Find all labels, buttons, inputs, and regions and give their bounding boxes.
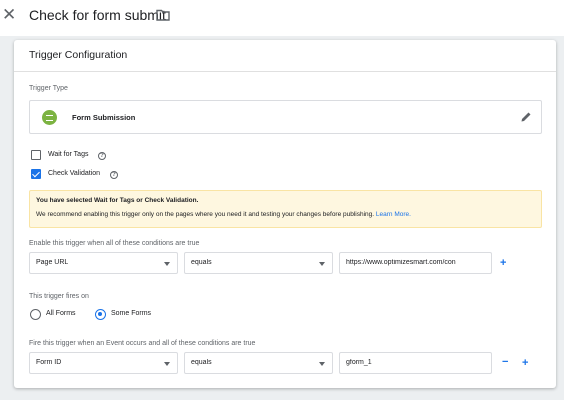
remove-fire-condition-button[interactable]: − — [502, 357, 508, 368]
help-icon[interactable]: ? — [110, 171, 118, 179]
fires-on-label: This trigger fires on — [29, 293, 89, 300]
fire-variable-select[interactable]: Form ID — [29, 352, 178, 374]
chevron-down-icon — [164, 362, 170, 366]
fire-conditions-label: Fire this trigger when an Event occurs a… — [29, 340, 256, 347]
enable-conditions-label: Enable this trigger when all of these co… — [29, 240, 200, 247]
enable-value-input[interactable]: https://www.optimizesmart.com/con — [339, 252, 492, 274]
trigger-type-value: Form Submission — [72, 113, 136, 122]
fire-operator-select[interactable]: equals — [184, 352, 333, 374]
learn-more-link[interactable]: Learn More. — [376, 211, 411, 218]
fire-variable-value: Form ID — [36, 359, 62, 366]
chevron-down-icon — [319, 262, 325, 266]
fire-value-input[interactable]: gform_1 — [339, 352, 492, 374]
all-forms-radio-circle[interactable] — [30, 309, 41, 320]
enable-value-text: https://www.optimizesmart.com/con — [346, 259, 456, 266]
some-forms-label: Some Forms — [111, 310, 152, 317]
wait-for-tags-label: Wait for Tags — [48, 151, 89, 158]
close-icon[interactable]: ✕ — [2, 5, 16, 25]
fire-value-text: gform_1 — [346, 359, 372, 366]
trigger-configuration-card: Trigger Configuration Trigger Type Form … — [14, 40, 556, 388]
trigger-type-selector[interactable]: Form Submission — [29, 100, 542, 134]
trigger-type-label: Trigger Type — [29, 85, 68, 92]
chevron-down-icon — [164, 262, 170, 266]
validation-warning: You have selected Wait for Tags or Check… — [29, 190, 542, 228]
check-validation-label: Check Validation — [48, 170, 101, 177]
enable-variable-value: Page URL — [36, 259, 69, 266]
pencil-icon[interactable] — [520, 111, 532, 123]
card-title: Trigger Configuration — [29, 49, 128, 61]
some-forms-radio-circle[interactable] — [95, 309, 106, 320]
folder-icon[interactable] — [156, 9, 170, 21]
warning-title: You have selected Wait for Tags or Check… — [36, 197, 199, 204]
enable-variable-select[interactable]: Page URL — [29, 252, 178, 274]
card-header: Trigger Configuration — [14, 40, 556, 72]
enable-operator-select[interactable]: equals — [184, 252, 333, 274]
wait-for-tags-box[interactable] — [31, 150, 41, 160]
form-submission-icon — [42, 110, 57, 125]
top-bar: ✕ Check for form submit — [0, 0, 564, 36]
add-enable-condition-button[interactable]: + — [500, 258, 506, 269]
add-fire-condition-button[interactable]: + — [522, 358, 528, 369]
check-validation-box[interactable] — [31, 169, 41, 179]
all-forms-label: All Forms — [46, 310, 76, 317]
help-icon[interactable]: ? — [98, 152, 106, 160]
trigger-name-title[interactable]: Check for form submit — [29, 7, 166, 23]
chevron-down-icon — [319, 362, 325, 366]
enable-operator-value: equals — [191, 259, 212, 266]
warning-text: We recommend enabling this trigger only … — [36, 211, 375, 218]
fire-operator-value: equals — [191, 359, 212, 366]
warning-body: We recommend enabling this trigger only … — [36, 211, 411, 218]
